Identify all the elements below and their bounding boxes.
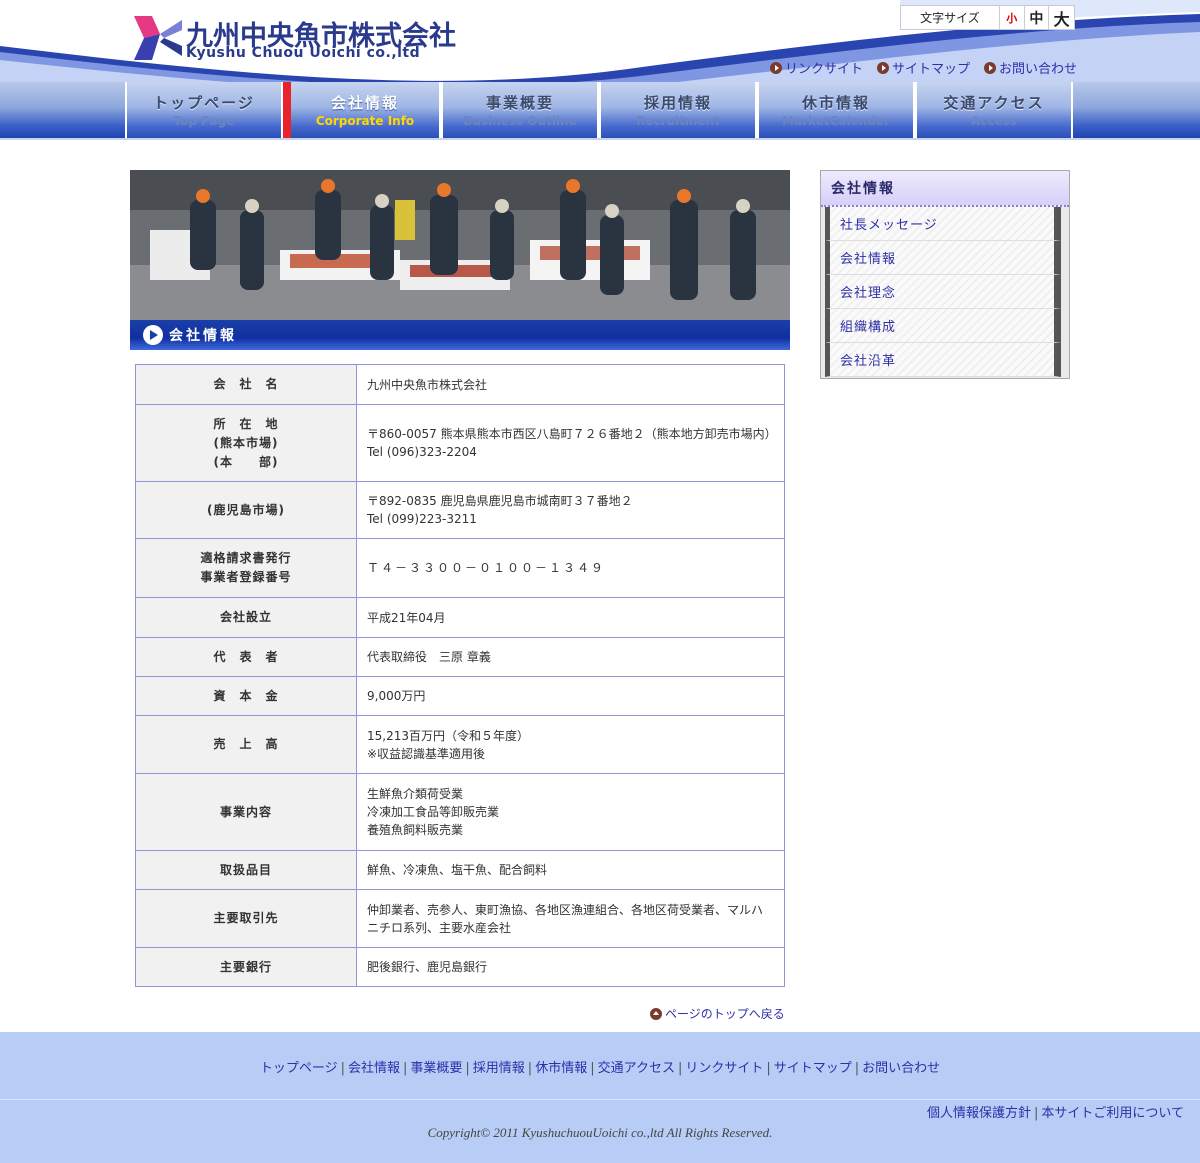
table-row: 主要銀行 肥後銀行、鹿児島銀行 [135, 947, 785, 987]
table-row: 主要取引先 仲卸業者、売参人、東町漁協、各地区漁連組合、各地区荷受業者、マルハニ… [135, 889, 785, 948]
table-row: 資 本 金 9,000万円 [135, 676, 785, 716]
company-info-table: 会 社 名 九州中央魚市株式会社 所 在 地 (熊本市場) (本 部) 〒860… [135, 364, 785, 987]
row-value-address-kumamoto: 〒860-0057 熊本県熊本市西区八島町７２６番地２（熊本地方卸売市場内） T… [356, 404, 785, 482]
row-label-address-kagoshima: (鹿児島市場) [135, 481, 357, 539]
sidebar-menu: 会社情報 社長メッセージ 会社情報 会社理念 組織構成 会社沿革 [820, 170, 1070, 379]
table-row: 所 在 地 (熊本市場) (本 部) 〒860-0057 熊本県熊本市西区八島町… [135, 404, 785, 482]
font-size-switcher: 文字サイズ 小 中 大 [900, 5, 1075, 30]
row-label-invoice-number: 適格請求書発行 事業者登録番号 [135, 538, 357, 598]
row-label-address-kumamoto: 所 在 地 (熊本市場) (本 部) [135, 404, 357, 482]
footer-divider [0, 1099, 1200, 1100]
footer-link-business-outline[interactable]: 事業概要 [410, 1061, 462, 1076]
row-label-company-name: 会 社 名 [135, 364, 357, 405]
sidebar-item-history[interactable]: 会社沿革 [825, 343, 1061, 377]
nav-business-outline[interactable]: 事業概要 Business Outline [441, 82, 599, 138]
circle-arrow-icon [877, 61, 890, 74]
footer-link-contact[interactable]: お問い合わせ [862, 1061, 940, 1076]
page-banner: 会社情報 [130, 170, 790, 350]
table-row: 事業内容 生鮮魚介類荷受業 冷凍加工食品等卸販売業 養殖魚飼料販売業 [135, 773, 785, 851]
copyright-text: Copyright© 2011 KyushuchuouUoichi co.,lt… [427, 1125, 773, 1140]
footer-link-top-page[interactable]: トップページ [260, 1061, 338, 1076]
row-label-established: 会社設立 [135, 597, 357, 638]
circle-arrow-icon [984, 61, 997, 74]
privacy-policy-link[interactable]: 個人情報保護方針 [927, 1106, 1031, 1121]
row-label-clients: 主要取引先 [135, 889, 357, 948]
link-site-link[interactable]: リンクサイト [770, 58, 863, 77]
play-arrow-icon [143, 325, 163, 345]
footer-link-market-calendar[interactable]: 休市情報 [535, 1061, 587, 1076]
row-value-capital: 9,000万円 [356, 676, 785, 716]
sidebar-item-company-info[interactable]: 会社情報 [825, 241, 1061, 275]
row-value-established: 平成21年04月 [356, 597, 785, 638]
row-label-business: 事業内容 [135, 773, 357, 851]
row-label-banks: 主要銀行 [135, 947, 357, 987]
nav-corporate-info[interactable]: 会社情報 Corporate Info [283, 82, 441, 138]
nav-top-page[interactable]: トップページ Top Page [125, 82, 283, 138]
font-size-label: 文字サイズ [901, 6, 1000, 29]
sitemap-link[interactable]: サイトマップ [877, 58, 970, 77]
footer-navigation: トップページ | 会社情報 | 事業概要 | 採用情報 | 休市情報 | 交通アクセス | リンクサイト… [259, 1061, 941, 1076]
sidebar-title: 会社情報 [831, 181, 895, 197]
page-title-bar: 会社情報 [130, 320, 790, 350]
table-row: (鹿児島市場) 〒892-0835 鹿児島県鹿児島市城南町３７番地２ Tel (… [135, 481, 785, 539]
terms-of-use-link[interactable]: 本サイトご利用について [1041, 1106, 1184, 1121]
row-value-banks: 肥後銀行、鹿児島銀行 [356, 947, 785, 987]
contact-link[interactable]: お問い合わせ [984, 58, 1077, 77]
back-to-top-link[interactable]: ページのトップへ戻る [650, 1005, 785, 1022]
global-navigation: トップページ Top Page 会社情報 Corporate Info 事業概要… [0, 82, 1200, 140]
row-value-representative: 代表取締役 三原 章義 [356, 637, 785, 677]
row-label-capital: 資 本 金 [135, 676, 357, 716]
footer-policy-links: 個人情報保護方針 | 本サイトご利用について [926, 1106, 1184, 1121]
footer-link-corporate-info[interactable]: 会社情報 [348, 1061, 400, 1076]
footer-link-link-site[interactable]: リンクサイト [685, 1061, 763, 1076]
company-logo[interactable]: 九州中央魚市株式会社 Kyushu Chuou Uoichi co.,ltd [134, 14, 474, 64]
table-row: 売 上 高 15,213百万円（令和５年度） ※収益認識基準適用後 [135, 715, 785, 774]
row-label-sales: 売 上 高 [135, 715, 357, 774]
footer-link-sitemap[interactable]: サイトマップ [774, 1061, 852, 1076]
row-value-products: 鮮魚、冷凍魚、塩干魚、配合飼料 [356, 850, 785, 890]
table-row: 会社設立 平成21年04月 [135, 597, 785, 638]
sidebar-item-philosophy[interactable]: 会社理念 [825, 275, 1061, 309]
row-value-clients: 仲卸業者、売参人、東町漁協、各地区漁連組合、各地区荷受業者、マルハニチロ系列、主… [356, 889, 785, 948]
page-title: 会社情報 [169, 328, 237, 344]
fish-market-photo [130, 170, 790, 320]
row-value-company-name: 九州中央魚市株式会社 [356, 364, 785, 405]
site-footer: トップページ | 会社情報 | 事業概要 | 採用情報 | 休市情報 | 交通アクセス | リンクサイト… [0, 1032, 1200, 1163]
footer-link-recruitment[interactable]: 採用情報 [473, 1061, 525, 1076]
footer-link-access[interactable]: 交通アクセス [598, 1061, 675, 1076]
table-row: 会 社 名 九州中央魚市株式会社 [135, 364, 785, 405]
table-row: 適格請求書発行 事業者登録番号 Ｔ４－３３００－０１００－１３４９ [135, 538, 785, 598]
row-value-business: 生鮮魚介類荷受業 冷凍加工食品等卸販売業 養殖魚飼料販売業 [356, 773, 785, 851]
row-value-address-kagoshima: 〒892-0835 鹿児島県鹿児島市城南町３７番地２ Tel (099)223-… [356, 481, 785, 539]
font-size-small-button[interactable]: 小 [1000, 6, 1025, 29]
font-size-large-button[interactable]: 大 [1049, 6, 1074, 29]
sidebar-item-president-message[interactable]: 社長メッセージ [825, 207, 1061, 241]
row-value-sales: 15,213百万円（令和５年度） ※収益認識基準適用後 [356, 715, 785, 774]
nav-access[interactable]: 交通アクセス Access [915, 82, 1073, 138]
nav-recruitment[interactable]: 採用情報 Recruitment [599, 82, 757, 138]
header-links: リンクサイト サイトマップ お問い合わせ [770, 58, 1077, 77]
circle-up-arrow-icon [650, 1007, 662, 1020]
font-size-medium-button[interactable]: 中 [1025, 6, 1050, 29]
row-label-representative: 代 表 者 [135, 637, 357, 677]
row-label-products: 取扱品目 [135, 850, 357, 890]
sidebar-header: 会社情報 [821, 171, 1069, 207]
table-row: 取扱品目 鮮魚、冷凍魚、塩干魚、配合飼料 [135, 850, 785, 890]
logo-mark-icon [134, 16, 182, 60]
circle-arrow-icon [770, 61, 782, 74]
table-row: 代 表 者 代表取締役 三原 章義 [135, 637, 785, 677]
logo-english-text: Kyushu Chuou Uoichi co.,ltd [186, 45, 421, 61]
sidebar-item-organization[interactable]: 組織構成 [825, 309, 1061, 343]
row-value-invoice-number: Ｔ４－３３００－０１００－１３４９ [356, 538, 785, 598]
site-header: 九州中央魚市株式会社 Kyushu Chuou Uoichi co.,ltd 文… [0, 0, 1200, 82]
market-photo-illustration [130, 170, 790, 320]
nav-market-calendar[interactable]: 休市情報 MarketCalender [757, 82, 915, 138]
